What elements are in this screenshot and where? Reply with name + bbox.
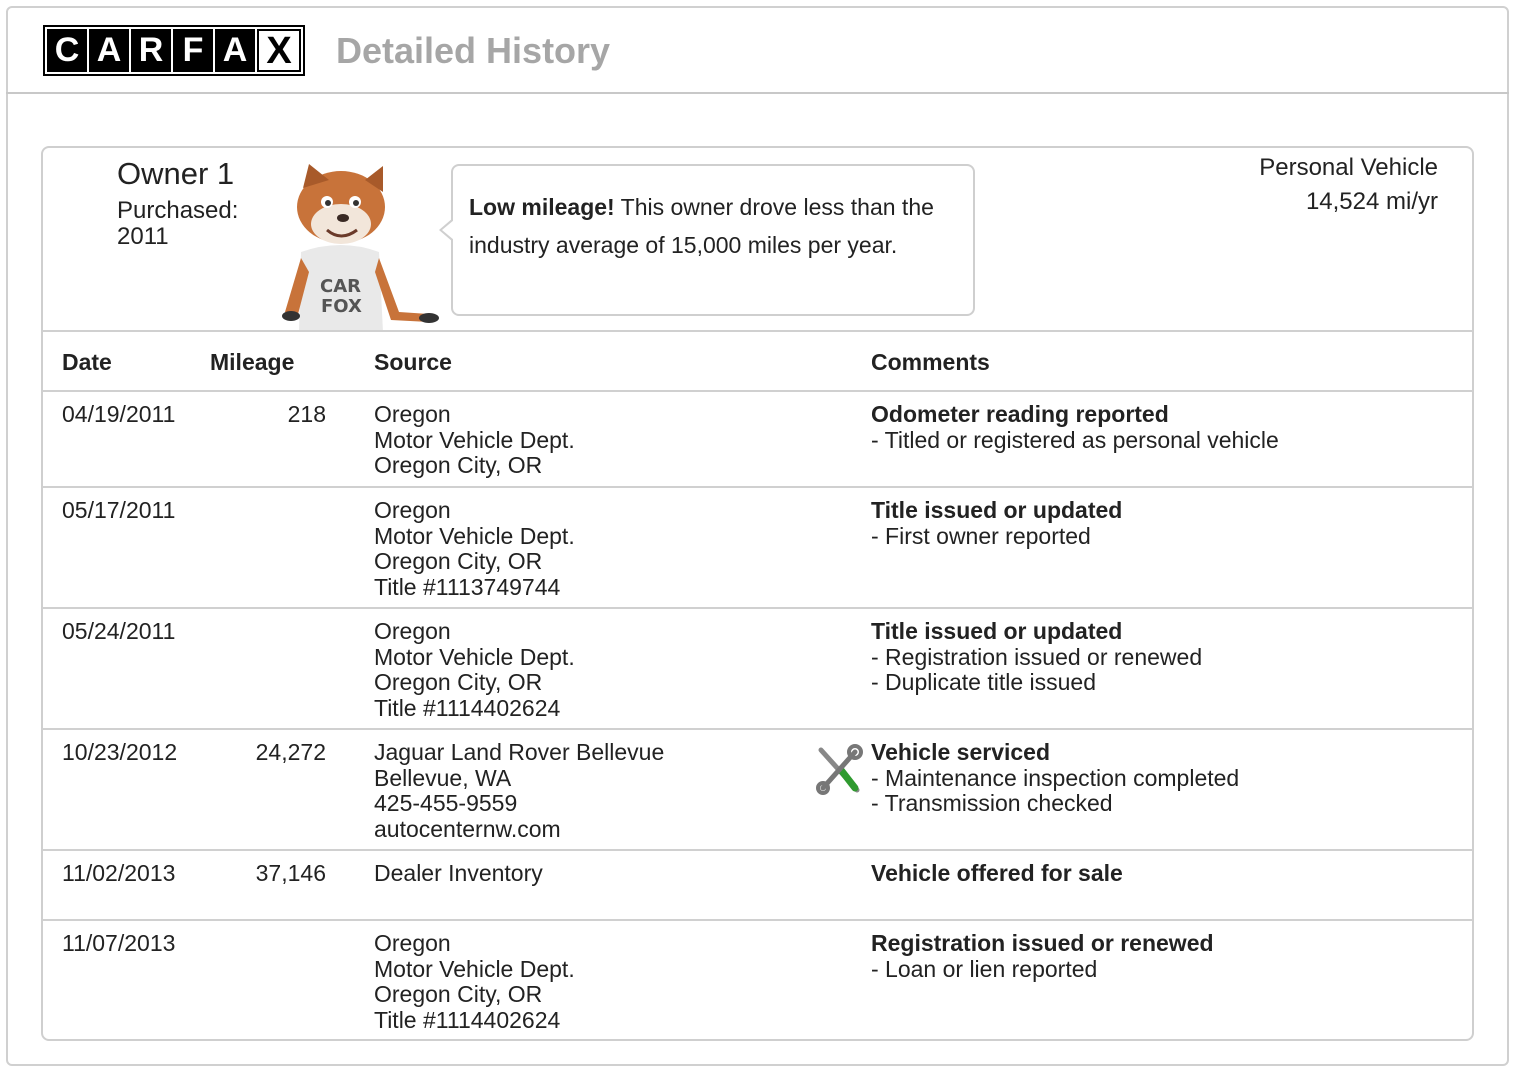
page-title: Detailed History: [336, 30, 611, 71]
comment-detail: - Titled or registered as personal vehic…: [871, 426, 1279, 453]
source-line: Oregon City, OR: [374, 548, 543, 574]
low-mileage-callout: Low mileage! This owner drove less than …: [439, 164, 975, 316]
row-date: 11/07/2013: [62, 930, 176, 956]
row-comments: Title issued or updated - Registration i…: [871, 618, 1203, 696]
row-source: Oregon Motor Vehicle Dept. Oregon City, …: [374, 618, 575, 721]
comment-detail: - Registration issued or renewed: [871, 643, 1203, 670]
row-source: Oregon Motor Vehicle Dept. Oregon City, …: [374, 401, 575, 479]
comment-headline: Registration issued or renewed: [871, 930, 1214, 956]
row-comments: Title issued or updated - First owner re…: [871, 497, 1123, 549]
source-line: Jaguar Land Rover Bellevue: [374, 739, 665, 765]
source-line: Oregon City, OR: [374, 981, 543, 1007]
table-row: 04/19/2011 218 Oregon Motor Vehicle Dept…: [43, 392, 1472, 488]
row-date: 05/17/2011: [62, 497, 176, 523]
comment-headline: Title issued or updated: [871, 497, 1123, 523]
source-line: Bellevue, WA: [374, 764, 512, 791]
owner-purchased: Purchased: 2011: [117, 198, 238, 250]
column-header-source: Source: [374, 349, 452, 375]
purchased-year: 2011: [117, 223, 169, 250]
row-mileage: 37,146: [255, 860, 326, 886]
column-header-mileage: Mileage: [210, 349, 295, 375]
source-line: Title #1114402624: [374, 694, 561, 721]
source-line: Dealer Inventory: [374, 860, 543, 886]
source-line: Oregon: [374, 497, 451, 523]
row-comments: Odometer reading reported - Titled or re…: [871, 401, 1279, 453]
comment-headline: Vehicle serviced: [871, 739, 1051, 765]
comment-headline: Vehicle offered for sale: [871, 860, 1123, 886]
column-header-comments: Comments: [871, 349, 990, 375]
logo-letter: F: [173, 29, 213, 72]
purchased-label: Purchased:: [117, 197, 239, 224]
carfox-mascot-icon: CAR FOX: [282, 164, 439, 332]
source-line: Title #1113749744: [374, 573, 561, 600]
row-date: 11/02/2013: [62, 860, 176, 886]
owner-card: Owner 1 Purchased: 2011 CAR FOX Low mile…: [41, 146, 1474, 1041]
mascot-shirt-line: FOX: [321, 296, 362, 317]
callout-highlight: Low mileage!: [469, 194, 615, 220]
source-line: Motor Vehicle Dept.: [374, 426, 575, 453]
table-row: 05/24/2011 Oregon Motor Vehicle Dept. Or…: [43, 609, 1472, 730]
service-tools-icon: [816, 744, 863, 795]
row-date: 05/24/2011: [62, 618, 176, 644]
row-date: 04/19/2011: [62, 401, 176, 427]
row-comments: Vehicle serviced - Maintenance inspectio…: [871, 739, 1240, 817]
source-line: Motor Vehicle Dept.: [374, 955, 575, 982]
source-line: Oregon City, OR: [374, 452, 543, 478]
row-date: 10/23/2012: [62, 739, 178, 765]
source-line: autocenternw.com: [374, 815, 561, 842]
carfax-logo: C A R F A X: [43, 25, 305, 76]
comment-detail: - Transmission checked: [871, 790, 1113, 816]
row-comments: Registration issued or renewed - Loan or…: [871, 930, 1214, 982]
row-source: Dealer Inventory: [374, 860, 543, 887]
source-line: Oregon City, OR: [374, 669, 543, 695]
column-header-date: Date: [62, 349, 112, 375]
comment-detail: - First owner reported: [871, 522, 1091, 549]
row-mileage: 24,272: [255, 739, 326, 765]
comment-detail: - Maintenance inspection completed: [871, 764, 1240, 791]
source-line: Motor Vehicle Dept.: [374, 522, 575, 549]
row-source: Jaguar Land Rover Bellevue Bellevue, WA …: [374, 739, 665, 842]
vehicle-type: Personal Vehicle: [1259, 154, 1438, 181]
miles-per-year: 14,524 mi/yr: [1305, 188, 1438, 215]
source-line: Oregon: [374, 618, 451, 644]
logo-letter: X: [257, 29, 301, 72]
comment-detail: - Loan or lien reported: [871, 955, 1098, 982]
logo-letter: A: [215, 29, 255, 72]
row-source: Oregon Motor Vehicle Dept. Oregon City, …: [374, 930, 575, 1033]
row-comments: Vehicle offered for sale: [871, 860, 1123, 887]
table-row: 10/23/2012 24,272 Jaguar Land Rover Bell…: [43, 730, 1472, 851]
logo-letter: R: [131, 29, 171, 72]
source-line: Motor Vehicle Dept.: [374, 643, 575, 670]
comment-headline: Odometer reading reported: [871, 401, 1169, 427]
history-table-header: Date Mileage Source Comments: [43, 330, 1472, 392]
row-source: Oregon Motor Vehicle Dept. Oregon City, …: [374, 497, 575, 600]
row-mileage: 218: [287, 401, 326, 427]
table-row: 11/07/2013 Oregon Motor Vehicle Dept. Or…: [43, 921, 1472, 1039]
logo-letter: C: [47, 29, 87, 72]
table-row: 11/02/2013 37,146 Dealer Inventory Vehic…: [43, 851, 1472, 921]
source-line: Title #1114402624: [374, 1006, 561, 1033]
owner-title: Owner 1: [117, 156, 235, 191]
table-row: 05/17/2011 Oregon Motor Vehicle Dept. Or…: [43, 488, 1472, 609]
comment-headline: Title issued or updated: [871, 618, 1123, 644]
logo-letter: A: [89, 29, 129, 72]
mascot-shirt-line: CAR: [320, 276, 361, 297]
source-line: 425-455-9559: [374, 790, 518, 816]
source-line: Oregon: [374, 930, 451, 956]
source-line: Oregon: [374, 401, 451, 427]
comment-detail: - Duplicate title issued: [871, 669, 1096, 695]
